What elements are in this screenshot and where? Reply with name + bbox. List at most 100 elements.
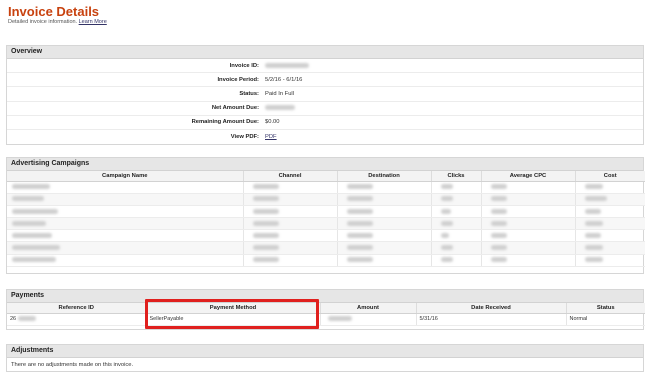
reference-id-cell: 26 bbox=[7, 313, 147, 326]
adjustments-message: There are no adjustments made on this in… bbox=[11, 362, 134, 368]
campaign-name-cell bbox=[7, 229, 244, 243]
overview-row-net-amount: Net Amount Due: bbox=[7, 102, 643, 116]
payment-method-highlight bbox=[145, 299, 319, 329]
channel-cell bbox=[243, 181, 338, 194]
invoice-id-value bbox=[265, 62, 309, 69]
campaigns-title: Advertising Campaigns bbox=[7, 158, 643, 171]
clicks-cell bbox=[431, 254, 482, 267]
status-value: Paid In Full bbox=[265, 90, 294, 97]
clicks-cell bbox=[431, 181, 482, 194]
campaigns-table: Campaign Name Channel Destination Clicks… bbox=[7, 171, 645, 267]
cost-cell bbox=[575, 241, 645, 255]
subtitle-text: Detailed invoice information. bbox=[8, 19, 78, 25]
overview-row-invoice-id: Invoice ID: bbox=[7, 59, 643, 74]
learn-more-link[interactable]: Learn More bbox=[79, 19, 107, 25]
pdf-link[interactable]: PDF bbox=[265, 134, 277, 140]
page-header: Invoice Details Detailed invoice informa… bbox=[8, 4, 107, 26]
table-row bbox=[7, 241, 645, 255]
campaigns-panel: Advertising Campaigns Campaign Name Chan… bbox=[6, 157, 645, 274]
status-label: Status: bbox=[239, 90, 259, 97]
view-pdf-cell: PDF bbox=[265, 134, 277, 140]
destination-cell bbox=[337, 217, 432, 231]
page-subtitle: Detailed invoice information. Learn More bbox=[8, 19, 107, 26]
channel-cell bbox=[243, 229, 338, 243]
channel-cell bbox=[243, 217, 338, 231]
invoice-period-label: Invoice Period: bbox=[217, 76, 259, 83]
average-cpc-cell bbox=[481, 205, 576, 219]
average-cpc-cell bbox=[481, 181, 576, 194]
invoice-id-label: Invoice ID: bbox=[229, 62, 259, 69]
destination-cell bbox=[337, 241, 432, 255]
campaign-name-cell bbox=[7, 217, 244, 231]
table-row bbox=[7, 217, 645, 231]
cost-cell bbox=[575, 254, 645, 267]
campaign-name-cell bbox=[7, 254, 244, 267]
amount-cell bbox=[320, 313, 417, 326]
status-cell: Normal bbox=[566, 313, 645, 326]
destination-cell bbox=[337, 205, 432, 219]
channel-cell bbox=[243, 254, 338, 267]
view-pdf-label: View PDF: bbox=[230, 134, 259, 141]
destination-cell bbox=[337, 193, 432, 206]
overview-title: Overview bbox=[7, 46, 643, 59]
payments-panel: Payments Reference ID Payment Method Amo… bbox=[6, 289, 645, 330]
col-destination[interactable]: Destination bbox=[337, 171, 432, 182]
net-amount-value bbox=[265, 105, 295, 111]
overview-row-remaining: Remaining Amount Due: $0.00 bbox=[7, 116, 643, 130]
cost-cell bbox=[575, 193, 645, 206]
average-cpc-cell bbox=[481, 193, 576, 206]
col-channel[interactable]: Channel bbox=[243, 171, 338, 182]
table-row bbox=[7, 181, 645, 194]
adjustments-panel: Adjustments There are no adjustments mad… bbox=[6, 344, 644, 372]
remaining-amount-value: $0.00 bbox=[265, 119, 280, 126]
col-campaign-name[interactable]: Campaign Name bbox=[7, 171, 244, 182]
clicks-cell bbox=[431, 241, 482, 255]
col-clicks[interactable]: Clicks bbox=[431, 171, 482, 182]
col-cost[interactable]: Cost bbox=[575, 171, 645, 182]
table-row bbox=[7, 193, 645, 206]
campaign-name-cell bbox=[7, 205, 244, 219]
cost-cell bbox=[575, 217, 645, 231]
col-status[interactable]: Status bbox=[566, 303, 645, 314]
overview-row-status: Status: Paid In Full bbox=[7, 87, 643, 102]
average-cpc-cell bbox=[481, 241, 576, 255]
overview-row-pdf: View PDF: PDF bbox=[7, 130, 643, 144]
page-title: Invoice Details bbox=[8, 4, 100, 19]
table-row bbox=[7, 229, 645, 243]
campaign-name-cell bbox=[7, 241, 244, 255]
col-date-received[interactable]: Date Received bbox=[416, 303, 567, 314]
col-amount[interactable]: Amount bbox=[320, 303, 417, 314]
col-reference-id[interactable]: Reference ID bbox=[7, 303, 147, 314]
destination-cell bbox=[337, 254, 432, 267]
clicks-cell bbox=[431, 193, 482, 206]
campaign-name-cell bbox=[7, 181, 244, 194]
average-cpc-cell bbox=[481, 229, 576, 243]
overview-row-invoice-period: Invoice Period: 5/2/16 - 6/1/16 bbox=[7, 73, 643, 88]
campaigns-body bbox=[7, 181, 645, 267]
payments-table: Reference ID Payment Method Amount Date … bbox=[7, 303, 645, 326]
campaign-name-cell bbox=[7, 193, 244, 206]
remaining-amount-label: Remaining Amount Due: bbox=[191, 119, 259, 126]
clicks-cell bbox=[431, 229, 482, 243]
net-amount-label: Net Amount Due: bbox=[211, 105, 259, 112]
table-row bbox=[7, 205, 645, 219]
average-cpc-cell bbox=[481, 217, 576, 231]
date-received-cell: 5/31/16 bbox=[416, 313, 567, 326]
clicks-cell bbox=[431, 205, 482, 219]
channel-cell bbox=[243, 241, 338, 255]
table-row bbox=[7, 254, 645, 267]
channel-cell bbox=[243, 205, 338, 219]
clicks-cell bbox=[431, 217, 482, 231]
overview-panel: Overview Invoice ID: Invoice Period: 5/2… bbox=[6, 45, 644, 145]
destination-cell bbox=[337, 181, 432, 194]
destination-cell bbox=[337, 229, 432, 243]
cost-cell bbox=[575, 229, 645, 243]
average-cpc-cell bbox=[481, 254, 576, 267]
payments-title: Payments bbox=[7, 290, 643, 303]
table-row: 26 SellerPayable 5/31/16 Normal bbox=[7, 313, 645, 326]
channel-cell bbox=[243, 193, 338, 206]
cost-cell bbox=[575, 205, 645, 219]
adjustments-title: Adjustments bbox=[7, 345, 643, 358]
cost-cell bbox=[575, 181, 645, 194]
col-average-cpc[interactable]: Average CPC bbox=[481, 171, 576, 182]
